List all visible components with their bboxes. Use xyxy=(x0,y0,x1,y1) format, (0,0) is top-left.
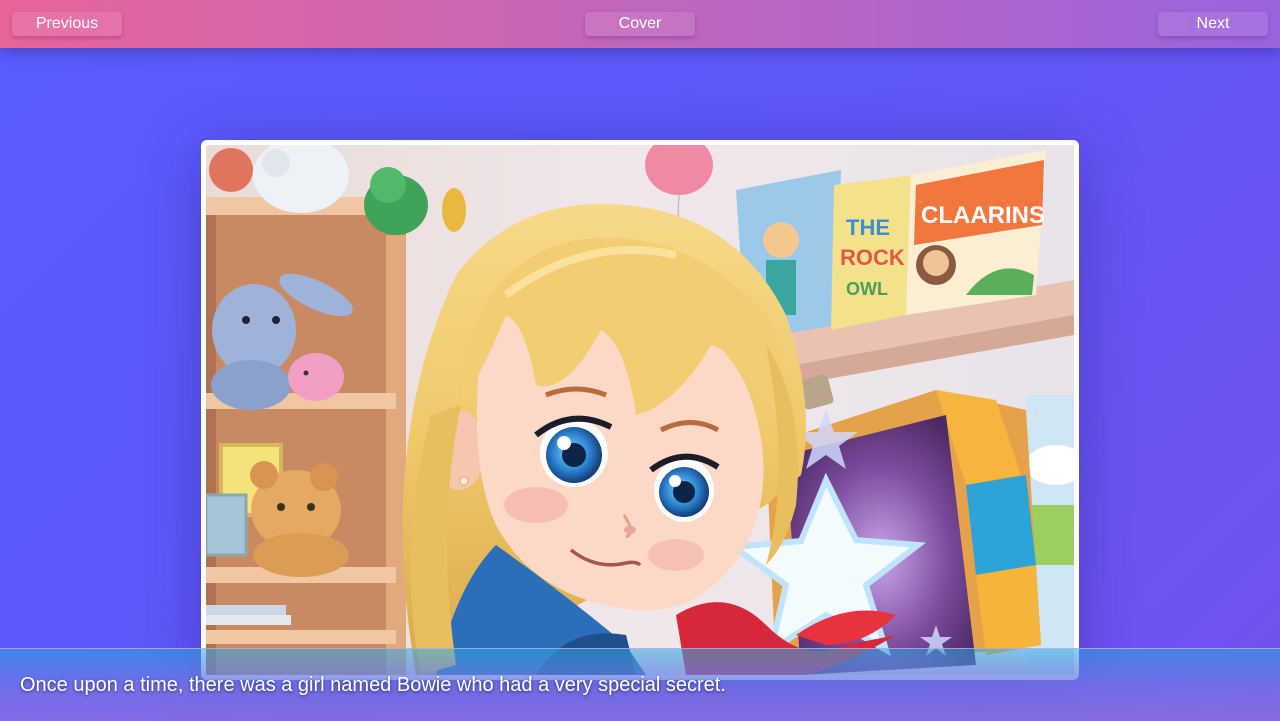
svg-text:THE: THE xyxy=(846,215,890,240)
previous-button[interactable]: Previous xyxy=(12,12,122,36)
story-caption: Once upon a time, there was a girl named… xyxy=(20,674,726,696)
cover-button[interactable]: Cover xyxy=(585,12,695,36)
svg-text:ROCK: ROCK xyxy=(840,245,905,270)
toy-shelf xyxy=(206,197,416,675)
story-illustration: THE ROCK OWL CLAARINS xyxy=(206,145,1074,675)
svg-text:CLAARINS: CLAARINS xyxy=(921,202,1045,229)
svg-text:OWL: OWL xyxy=(846,279,888,299)
navigation-bar: Previous Cover Next xyxy=(0,0,1280,48)
caption-bar: Once upon a time, there was a girl named… xyxy=(0,648,1280,721)
next-button[interactable]: Next xyxy=(1158,12,1268,36)
story-page-frame: THE ROCK OWL CLAARINS xyxy=(201,140,1079,680)
